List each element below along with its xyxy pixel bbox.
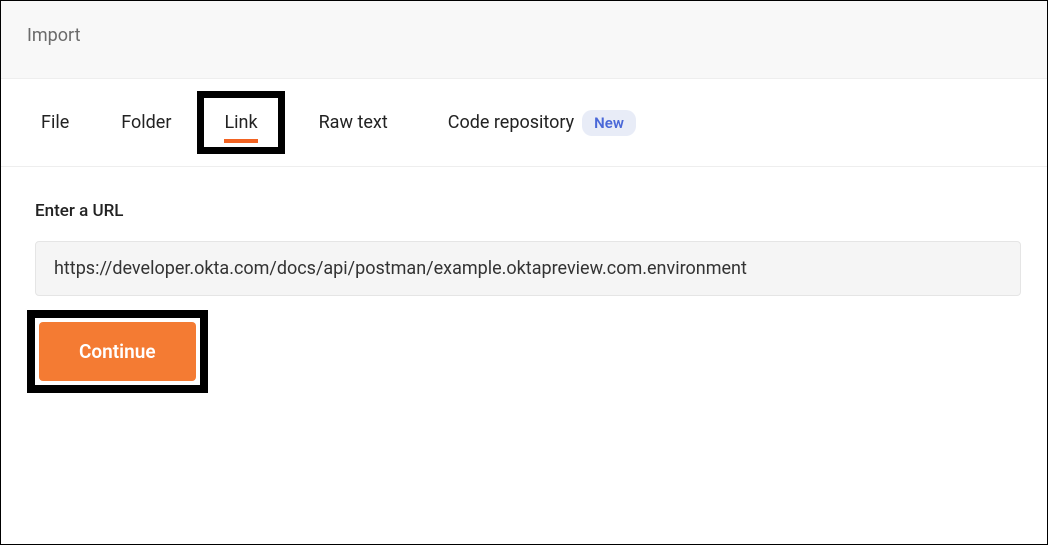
tab-code-repository[interactable]: Code repository New [434, 100, 650, 146]
new-badge: New [582, 110, 636, 136]
tab-link-label: Link [224, 112, 257, 133]
import-dialog: Import File Folder Link Raw text Code re… [0, 0, 1048, 545]
tabs-row: File Folder Link Raw text Code repositor… [1, 79, 1047, 167]
url-field-label: Enter a URL [35, 201, 1021, 221]
content-area: Enter a URL Continue [1, 167, 1047, 393]
continue-button[interactable]: Continue [39, 322, 196, 381]
tab-code-repository-label: Code repository [448, 112, 574, 133]
dialog-header: Import [1, 1, 1047, 79]
tab-file[interactable]: File [27, 102, 83, 143]
tab-link-highlighted[interactable]: Link [197, 91, 284, 154]
url-input[interactable] [35, 241, 1021, 296]
continue-button-highlighted: Continue [27, 310, 208, 393]
tab-folder[interactable]: Folder [107, 102, 185, 143]
dialog-title: Import [27, 25, 1021, 46]
tab-raw-text[interactable]: Raw text [305, 102, 402, 143]
tab-active-underline [224, 139, 257, 143]
